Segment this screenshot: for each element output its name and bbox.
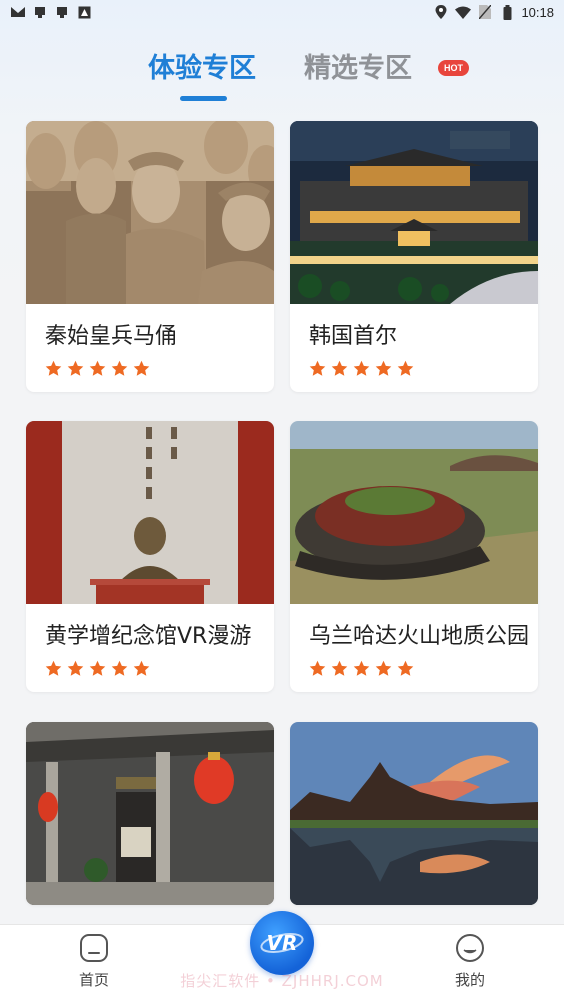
star-icon (133, 660, 150, 676)
hot-badge: HOT (438, 60, 469, 76)
star-icon (353, 360, 370, 376)
star-icon (309, 360, 326, 376)
card-image-volcano (290, 421, 538, 604)
sim-icon (477, 5, 493, 19)
home-icon (80, 934, 108, 962)
star-icon (111, 360, 128, 376)
rating-stars (26, 652, 274, 692)
app-icon (76, 5, 92, 19)
star-icon (45, 360, 62, 376)
clock-text: 10:18 (521, 4, 554, 20)
notification-icon (54, 5, 70, 19)
star-icon (331, 660, 348, 676)
wifi-icon (455, 5, 472, 19)
vr-orbit-icon (260, 933, 304, 953)
profile-icon (456, 934, 484, 962)
star-icon (45, 660, 62, 676)
scenic-card[interactable] (26, 722, 274, 905)
category-tabs: 体验专区 精选专区 HOT (0, 40, 564, 110)
star-icon (309, 660, 326, 676)
status-left-icons (10, 5, 92, 19)
star-icon (397, 360, 414, 376)
star-icon (111, 660, 128, 676)
location-icon (433, 5, 449, 19)
card-title: 韩国首尔 (309, 324, 398, 349)
status-right-icons: 10:18 (433, 4, 554, 20)
star-icon (89, 360, 106, 376)
status-bar: 10:18 (0, 0, 564, 24)
notification-icon (32, 5, 48, 19)
star-icon (375, 360, 392, 376)
star-icon (67, 360, 84, 376)
mail-icon (10, 5, 26, 19)
rating-stars (290, 352, 538, 392)
active-tab-indicator (180, 96, 227, 101)
rating-stars (290, 652, 538, 692)
star-icon (89, 660, 106, 676)
scenic-card[interactable]: 乌兰哈达火山地质公园 (290, 421, 538, 692)
card-title: 黄学增纪念馆VR漫游 (45, 624, 252, 649)
tab-experience-zone[interactable]: 体验专区 (148, 46, 256, 85)
scenic-card[interactable] (290, 722, 538, 905)
vr-center-button[interactable]: VR (250, 911, 314, 975)
card-image-seoul (290, 121, 538, 304)
star-icon (375, 660, 392, 676)
card-image-ancestral-hall (26, 722, 274, 905)
card-image-memorial (26, 421, 274, 604)
card-image-waterfront (290, 722, 538, 905)
card-image-terracotta (26, 121, 274, 304)
star-icon (353, 660, 370, 676)
watermark-text: 指尖汇软件 • ZJHHRJ.COM (180, 972, 384, 990)
star-icon (331, 360, 348, 376)
card-title: 秦始皇兵马俑 (45, 324, 178, 349)
star-icon (67, 660, 84, 676)
card-title: 乌兰哈达火山地质公园 (309, 624, 530, 649)
tab-featured-zone[interactable]: 精选专区 (304, 46, 412, 85)
rating-stars (26, 352, 274, 392)
scenic-card[interactable]: 秦始皇兵马俑 (26, 121, 274, 392)
scenic-card[interactable]: 韩国首尔 (290, 121, 538, 392)
scenic-card[interactable]: 黄学增纪念馆VR漫游 (26, 421, 274, 692)
battery-icon (499, 4, 515, 20)
star-icon (397, 660, 414, 676)
star-icon (133, 360, 150, 376)
